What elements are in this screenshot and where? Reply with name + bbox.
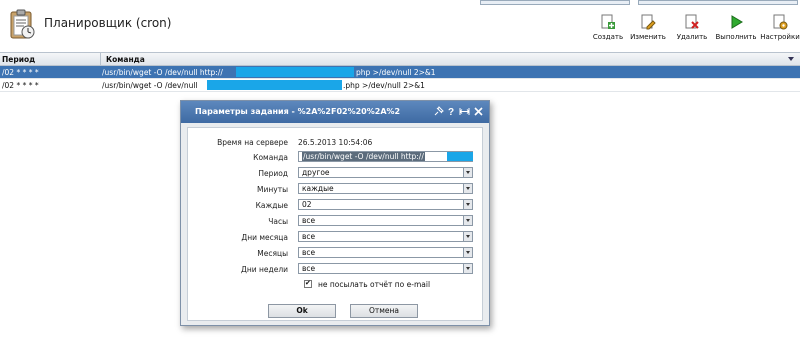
settings-label: Настройки (760, 33, 800, 41)
redaction-block (207, 80, 342, 90)
hours-value: все (302, 216, 316, 225)
ok-button[interactable]: Ok (268, 304, 336, 318)
create-button[interactable]: Создать (586, 14, 630, 44)
delete-button[interactable]: Удалить (670, 14, 714, 44)
clipboard-icon (8, 8, 36, 40)
delete-icon (685, 14, 699, 29)
job-settings-dialog: Параметры задания - %2A%2F02%20%2A%2 ? В… (180, 100, 490, 326)
minutes-select[interactable]: каждые (298, 183, 473, 194)
chevron-down-icon[interactable] (463, 216, 472, 225)
command-input[interactable]: /usr/bin/wget -O /dev/null http:// (298, 151, 473, 162)
cron-table: Период Команда /02 * * * * /usr/bin/wget… (0, 52, 800, 92)
chevron-down-icon[interactable] (463, 232, 472, 241)
redaction-block (236, 67, 354, 77)
minutes-label: Минуты (257, 185, 288, 194)
days-select[interactable]: все (298, 231, 473, 242)
page-title: Планировщик (cron) (44, 16, 172, 30)
edit-label: Изменить (630, 33, 666, 41)
run-label: Выполнить (715, 33, 757, 41)
weekdays-select[interactable]: все (298, 263, 473, 274)
every-value: 02 (302, 200, 312, 209)
chevron-down-icon[interactable] (463, 248, 472, 257)
weekdays-label: Дни недели (240, 265, 288, 274)
row-period: /02 * * * * (2, 68, 39, 77)
edit-button[interactable]: Изменить (626, 14, 670, 44)
chevron-down-icon[interactable] (463, 184, 472, 193)
no-email-label: не посылать отчёт по e-mail (318, 280, 431, 289)
chevron-down-icon[interactable] (463, 264, 472, 273)
header: Планировщик (cron) Создать Изменить Удал… (0, 0, 800, 52)
run-icon (731, 15, 743, 29)
chevron-down-icon[interactable] (463, 168, 472, 177)
column-divider[interactable] (100, 53, 101, 66)
pin-icon[interactable] (433, 106, 444, 117)
every-select[interactable]: 02 (298, 199, 473, 210)
delete-label: Удалить (676, 33, 708, 41)
months-select[interactable]: все (298, 247, 473, 258)
period-select[interactable]: другое (298, 167, 473, 178)
period-value: другое (302, 168, 330, 177)
help-icon[interactable]: ? (446, 106, 457, 117)
chevron-down-icon[interactable] (463, 200, 472, 209)
close-icon[interactable] (473, 106, 484, 117)
minutes-value: каждые (302, 184, 334, 193)
svg-text:?: ? (448, 107, 454, 117)
create-icon (601, 14, 615, 29)
server-time-label: Время на сервере (217, 138, 288, 147)
command-value: /usr/bin/wget -O /dev/null http:// (302, 152, 425, 161)
table-row[interactable]: /02 * * * * /usr/bin/wget -O /dev/null h… (0, 66, 800, 79)
days-label: Дни месяца (241, 233, 288, 242)
settings-button[interactable]: Настройки (758, 14, 800, 44)
dialog-title: Параметры задания - %2A%2F02%20%2A%2 (195, 107, 401, 116)
period-label: Период (258, 169, 288, 178)
settings-icon (773, 14, 788, 30)
months-label: Месяцы (257, 249, 288, 258)
table-row[interactable]: /02 * * * * /usr/bin/wget -O /dev/null .… (0, 79, 800, 92)
column-header-command[interactable]: Команда (106, 55, 145, 64)
row-command-end: .php >/dev/null 2>&1 (343, 81, 425, 90)
edit-icon (641, 14, 656, 30)
redaction-block (447, 152, 473, 161)
weekdays-value: все (302, 264, 316, 273)
server-time-value: 26.5.2013 10:54:06 (298, 138, 373, 147)
hours-label: Часы (268, 217, 288, 226)
every-label: Каждые (255, 201, 288, 210)
hours-select[interactable]: все (298, 215, 473, 226)
dialog-body: Время на сервере 26.5.2013 10:54:06 Кома… (187, 127, 483, 321)
cancel-button[interactable]: Отмена (350, 304, 418, 318)
months-value: все (302, 248, 316, 257)
row-command: /usr/bin/wget -O /dev/null http:// (102, 68, 223, 77)
days-value: все (302, 232, 316, 241)
toolbar: Создать Изменить Удалить Выполнить Настр… (586, 14, 800, 44)
no-email-checkbox[interactable] (304, 279, 312, 288)
table-header: Период Команда (0, 52, 800, 66)
run-button[interactable]: Выполнить (714, 14, 758, 44)
resize-icon[interactable] (459, 106, 470, 117)
dialog-titlebar[interactable]: Параметры задания - %2A%2F02%20%2A%2 ? (181, 101, 489, 123)
row-command: /usr/bin/wget -O /dev/null (102, 81, 198, 90)
row-command-end: php >/dev/null 2>&1 (356, 68, 436, 77)
create-label: Создать (592, 33, 624, 41)
row-period: /02 * * * * (2, 81, 39, 90)
command-label: Команда (253, 153, 288, 162)
column-menu-icon[interactable] (788, 57, 794, 61)
column-header-period[interactable]: Период (2, 55, 35, 64)
